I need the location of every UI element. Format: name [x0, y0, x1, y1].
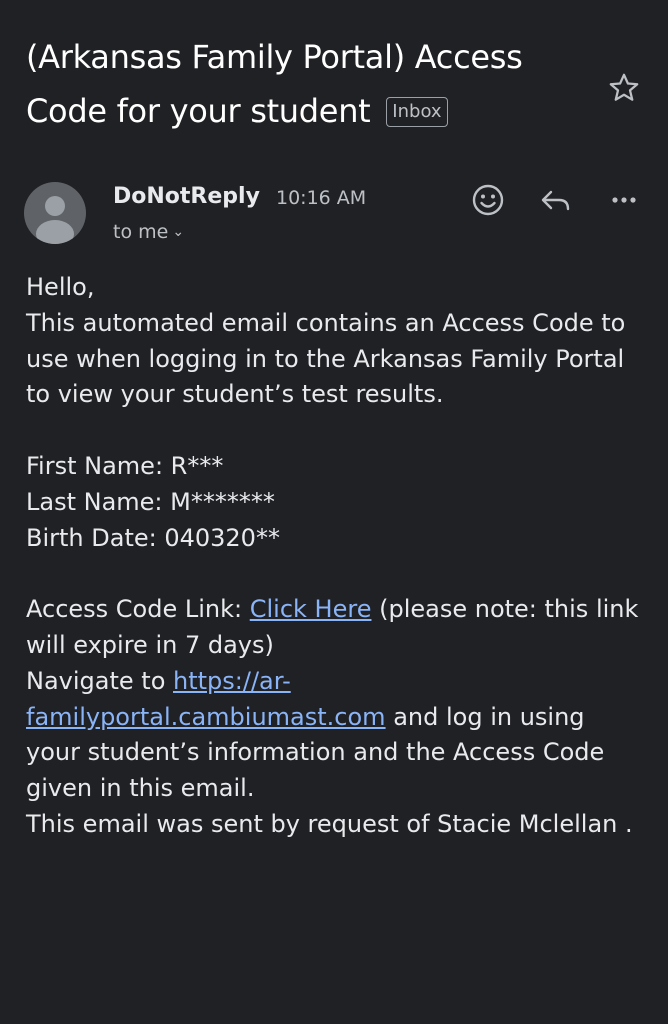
navigate-paragraph: Navigate to https://ar-familyportal.camb… [26, 664, 646, 807]
recipient-label: to me [113, 221, 169, 243]
chevron-down-icon: ⌄ [172, 224, 185, 240]
access-code-label: Access Code Link: [26, 595, 250, 624]
sender-name[interactable]: DoNotReply [113, 183, 260, 211]
emoji-reaction-button[interactable] [468, 180, 508, 220]
navigate-label: Navigate to [26, 666, 173, 695]
smiley-icon [472, 184, 504, 216]
intro-paragraph: This automated email contains an Access … [26, 308, 626, 409]
more-options-button[interactable] [604, 180, 644, 220]
email-subject: (Arkansas Family Portal) Access Code for… [26, 30, 601, 138]
timestamp: 10:16 AM [276, 187, 367, 209]
access-code-paragraph: Access Code Link: Click Here (please not… [26, 592, 646, 664]
star-icon[interactable] [606, 70, 642, 106]
avatar[interactable] [24, 182, 86, 244]
first-name-line: First Name: R*** [26, 451, 224, 480]
subject-text: (Arkansas Family Portal) Access Code for… [26, 38, 523, 130]
person-icon [36, 196, 74, 244]
email-body: Hello, This automated email contains an … [26, 270, 646, 843]
reply-icon [541, 190, 570, 211]
last-name-line: Last Name: M******* [26, 487, 275, 516]
greeting: Hello, [26, 273, 95, 301]
inbox-label-badge[interactable]: Inbox [386, 97, 448, 127]
recipient-toggle[interactable]: to me ⌄ [113, 219, 184, 245]
request-footer: This email was sent by request of Stacie… [26, 809, 633, 838]
reply-button[interactable] [536, 180, 576, 220]
birth-date-line: Birth Date: 040320** [26, 523, 280, 552]
more-horizontal-icon [612, 197, 636, 203]
click-here-link[interactable]: Click Here [250, 595, 372, 623]
